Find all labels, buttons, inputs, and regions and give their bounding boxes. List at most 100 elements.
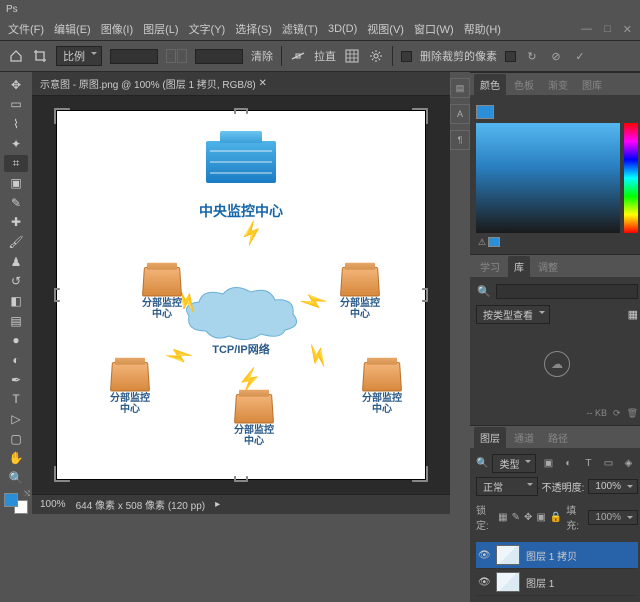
crop-handle[interactable] — [234, 476, 248, 482]
menu-select[interactable]: 选择(S) — [235, 21, 272, 37]
sync-icon[interactable]: ⟳ — [613, 408, 621, 419]
secondary-swatch[interactable] — [488, 237, 500, 247]
trash-icon[interactable]: 🗑 — [627, 408, 638, 419]
marquee-tool[interactable]: ▭ — [4, 96, 28, 114]
eraser-tool[interactable]: ◧ — [4, 292, 28, 310]
library-search-input[interactable] — [496, 284, 638, 299]
filter-type-icon[interactable]: T — [580, 456, 596, 472]
crop-handle[interactable] — [54, 108, 70, 124]
foreground-color-swatch[interactable] — [476, 105, 494, 119]
crop-tool-icon[interactable] — [32, 48, 48, 64]
grid-overlay-icon[interactable] — [344, 48, 360, 64]
move-tool[interactable]: ✥ — [4, 76, 28, 94]
tab-channels[interactable]: 通道 — [508, 427, 540, 448]
gear-icon[interactable] — [368, 48, 384, 64]
frame-tool[interactable]: ▣ — [4, 174, 28, 192]
blend-mode-select[interactable]: 正常 — [476, 477, 538, 496]
ratio-select[interactable]: 比例 — [56, 46, 102, 66]
tab-swatches[interactable]: 色板 — [508, 74, 540, 95]
crop-handle[interactable] — [54, 288, 60, 302]
magic-wand-tool[interactable]: ✦ — [4, 135, 28, 153]
layer-name[interactable]: 图层 1 — [526, 575, 554, 590]
color-picker-field[interactable] — [476, 123, 620, 233]
tab-adjustments[interactable]: 调整 — [532, 256, 564, 277]
document-tab[interactable]: 示意图 - 原图.png @ 100% (图层 1 拷贝, RGB/8) ✕ — [32, 72, 450, 96]
lock-artboard-icon[interactable]: ▣ — [536, 512, 545, 523]
grid-view-icon[interactable]: ▦ — [628, 308, 638, 321]
window-maximize-button[interactable]: □ — [604, 23, 611, 36]
visibility-toggle[interactable]: 👁 — [478, 550, 490, 561]
straighten-icon[interactable] — [290, 48, 306, 64]
visibility-toggle[interactable]: 👁 — [478, 577, 490, 588]
filter-shape-icon[interactable]: ▭ — [600, 456, 616, 472]
brush-tool[interactable]: 🖌 — [4, 233, 28, 251]
window-minimize-button[interactable]: — — [581, 23, 592, 36]
fill-input[interactable]: 100% — [588, 510, 638, 525]
cancel-icon[interactable]: ⊘ — [548, 48, 564, 64]
ratio-height-input[interactable] — [195, 49, 243, 64]
stamp-tool[interactable]: ♟ — [4, 253, 28, 271]
menu-filter[interactable]: 滤镜(T) — [282, 21, 318, 37]
lasso-tool[interactable]: ⌇ — [4, 115, 28, 133]
layer-thumbnail[interactable] — [496, 545, 520, 565]
type-tool[interactable]: T — [4, 391, 28, 409]
menu-file[interactable]: 文件(F) — [8, 21, 44, 37]
dodge-tool[interactable]: ◐ — [4, 351, 28, 369]
layer-kind-select[interactable]: 类型 — [492, 454, 536, 473]
zoom-tool[interactable]: 🔍 — [4, 469, 28, 487]
menu-type[interactable]: 文字(Y) — [189, 21, 226, 37]
shape-tool[interactable]: ▢ — [4, 430, 28, 448]
content-aware-checkbox[interactable] — [505, 51, 516, 62]
lock-transparent-icon[interactable]: ▦ — [498, 512, 507, 523]
library-filter-select[interactable]: 按类型查看 — [476, 305, 550, 324]
opacity-input[interactable]: 100% — [588, 479, 638, 494]
lock-all-icon[interactable]: 🔒 — [550, 512, 562, 523]
filter-adjust-icon[interactable]: ◐ — [560, 456, 576, 472]
eyedropper-tool[interactable]: ✎ — [4, 194, 28, 212]
swap-dimensions-button[interactable] — [166, 49, 187, 63]
home-icon[interactable] — [8, 48, 24, 64]
tab-color[interactable]: 颜色 — [474, 74, 506, 95]
pen-tool[interactable]: ✒ — [4, 371, 28, 389]
crop-handle[interactable] — [234, 108, 248, 114]
layer-row[interactable]: 👁 图层 1 — [476, 569, 638, 596]
hue-slider[interactable] — [624, 123, 638, 233]
window-close-button[interactable]: ✕ — [623, 23, 632, 36]
crop-tool[interactable]: ⌗ — [4, 155, 28, 173]
crop-handle[interactable] — [422, 288, 428, 302]
menu-layer[interactable]: 图层(L) — [143, 21, 178, 37]
menu-window[interactable]: 窗口(W) — [414, 21, 454, 37]
delete-pixels-checkbox[interactable] — [401, 51, 412, 62]
history-panel-icon[interactable]: ▤ — [450, 78, 470, 98]
tab-libraries[interactable]: 库 — [508, 256, 530, 277]
hand-tool[interactable]: ✋ — [4, 449, 28, 467]
filter-smart-icon[interactable]: ◈ — [620, 456, 636, 472]
commit-icon[interactable]: ✓ — [572, 48, 588, 64]
menu-3d[interactable]: 3D(D) — [328, 23, 357, 35]
filter-image-icon[interactable]: ▣ — [540, 456, 556, 472]
layer-thumbnail[interactable] — [496, 572, 520, 592]
history-brush-tool[interactable]: ↺ — [4, 273, 28, 291]
gradient-tool[interactable]: ▤ — [4, 312, 28, 330]
lock-position-icon[interactable]: ✥ — [524, 512, 532, 523]
menu-view[interactable]: 视图(V) — [367, 21, 404, 37]
character-panel-icon[interactable]: ¶ — [450, 130, 470, 150]
tab-patterns[interactable]: 图库 — [576, 74, 608, 95]
layer-name[interactable]: 图层 1 拷贝 — [526, 548, 577, 563]
blur-tool[interactable]: ● — [4, 332, 28, 350]
tab-layers[interactable]: 图层 — [474, 427, 506, 448]
ratio-width-input[interactable] — [110, 49, 158, 64]
document-canvas[interactable]: 中央监控中心 TCP/IP网络 ⚡ ⚡ ⚡ ⚡ ⚡ ⚡ 分部监控 中心 分部监控… — [56, 110, 426, 480]
menu-image[interactable]: 图像(I) — [101, 21, 133, 37]
healing-tool[interactable]: ✚ — [4, 214, 28, 232]
zoom-level[interactable]: 100% — [40, 499, 66, 510]
clear-button[interactable]: 清除 — [251, 48, 273, 64]
menu-help[interactable]: 帮助(H) — [464, 21, 501, 37]
layer-row[interactable]: 👁 图层 1 拷贝 — [476, 542, 638, 569]
menu-edit[interactable]: 编辑(E) — [54, 21, 91, 37]
canvas-area[interactable]: 中央监控中心 TCP/IP网络 ⚡ ⚡ ⚡ ⚡ ⚡ ⚡ 分部监控 中心 分部监控… — [32, 96, 450, 494]
path-tool[interactable]: ▷ — [4, 410, 28, 428]
color-swatches[interactable]: ⤭ — [4, 493, 28, 514]
tab-paths[interactable]: 路径 — [542, 427, 574, 448]
properties-panel-icon[interactable]: A — [450, 104, 470, 124]
